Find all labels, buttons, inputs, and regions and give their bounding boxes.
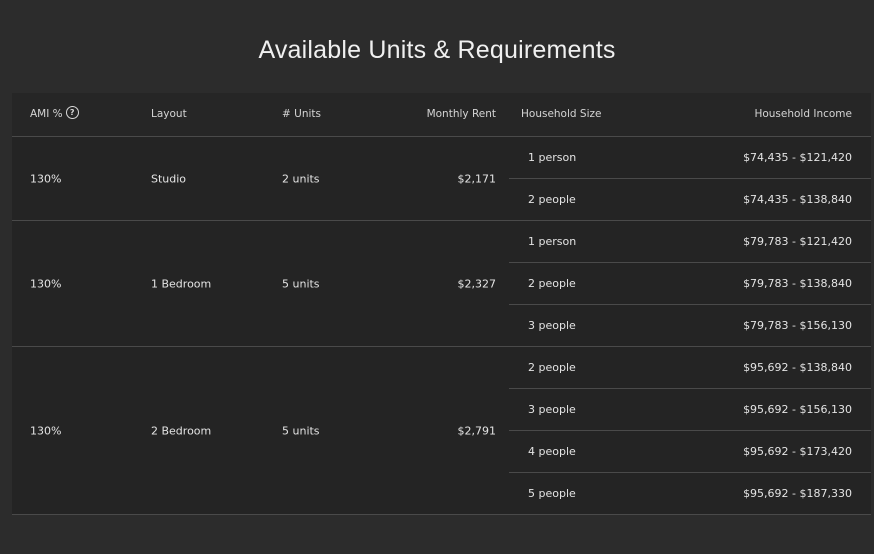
ami-value: 130% [30, 277, 62, 290]
help-icon[interactable]: ? [65, 106, 79, 119]
household-list: 1 person $79,783 - $121,420 2 people $79,78… [509, 221, 871, 346]
table-header-row: AMI %? Layout # Units Monthly Rent House… [12, 93, 871, 137]
units-value: 2 units [282, 172, 320, 185]
household-size-value: 5 people [528, 487, 576, 500]
household-income-value: $95,692 - $156,130 [743, 403, 852, 416]
unit-group-row: 130% 2 Bedroom 5 units $2,791 2 people $95,69… [12, 347, 871, 515]
layout-value: 1 Bedroom [151, 277, 212, 290]
household-size-value: 2 people [528, 193, 576, 206]
household-income-value: $74,435 - $121,420 [743, 151, 852, 164]
household-row: 2 people $74,435 - $138,840 [509, 179, 871, 220]
header-household-size: Household Size [521, 108, 602, 120]
household-row: 1 person $79,783 - $121,420 [509, 221, 871, 263]
ami-value: 130% [30, 424, 62, 437]
household-income-value: $79,783 - $121,420 [743, 235, 852, 248]
household-size-value: 1 person [528, 235, 577, 248]
household-row: 2 people $79,783 - $138,840 [509, 263, 871, 305]
header-household-income: Household Income [754, 108, 852, 120]
header-units: # Units [282, 108, 321, 120]
units-value: 5 units [282, 277, 320, 290]
rent-value: $2,171 [457, 172, 497, 185]
header-ami: AMI % [30, 108, 63, 120]
unit-group-row: 130% Studio 2 units $2,171 1 person $74,435 -… [12, 137, 871, 221]
household-size-value: 3 people [528, 403, 576, 416]
header-rent: Monthly Rent [426, 108, 496, 120]
units-value: 5 units [282, 424, 320, 437]
household-row: 4 people $95,692 - $173,420 [509, 431, 871, 473]
household-row: 5 people $95,692 - $187,330 [509, 473, 871, 514]
table-body: 130% Studio 2 units $2,171 1 person $74,435 -… [12, 137, 871, 515]
household-income-value: $79,783 - $156,130 [743, 319, 852, 332]
household-income-value: $95,692 - $138,840 [743, 361, 852, 374]
household-income-value: $95,692 - $173,420 [743, 445, 852, 458]
household-row: 2 people $95,692 - $138,840 [509, 347, 871, 389]
page-title: Available Units & Requirements [258, 36, 616, 64]
household-income-value: $74,435 - $138,840 [743, 193, 852, 206]
layout-value: 2 Bedroom [151, 424, 212, 437]
household-size-value: 3 people [528, 319, 576, 332]
household-size-value: 2 people [528, 361, 576, 374]
units-requirements-table: AMI %? Layout # Units Monthly Rent House… [12, 93, 871, 515]
household-size-value: 2 people [528, 277, 576, 290]
household-row: 1 person $74,435 - $121,420 [509, 137, 871, 179]
rent-value: $2,791 [457, 424, 497, 437]
household-size-value: 1 person [528, 151, 577, 164]
header-ami-cell: AMI %? [30, 93, 79, 136]
household-income-value: $79,783 - $138,840 [743, 277, 852, 290]
layout-value: Studio [151, 172, 187, 185]
household-size-value: 4 people [528, 445, 576, 458]
ami-value: 130% [30, 172, 62, 185]
unit-group-row: 130% 1 Bedroom 5 units $2,327 1 person $79,78… [12, 221, 871, 347]
rent-value: $2,327 [457, 277, 497, 290]
household-row: 3 people $95,692 - $156,130 [509, 389, 871, 431]
header-layout: Layout [151, 108, 187, 120]
household-list: 1 person $74,435 - $121,420 2 people $74,43… [509, 137, 871, 220]
household-row: 3 people $79,783 - $156,130 [509, 305, 871, 346]
household-income-value: $95,692 - $187,330 [743, 487, 852, 500]
household-list: 2 people $95,692 - $138,840 3 people $95,69… [509, 347, 871, 514]
